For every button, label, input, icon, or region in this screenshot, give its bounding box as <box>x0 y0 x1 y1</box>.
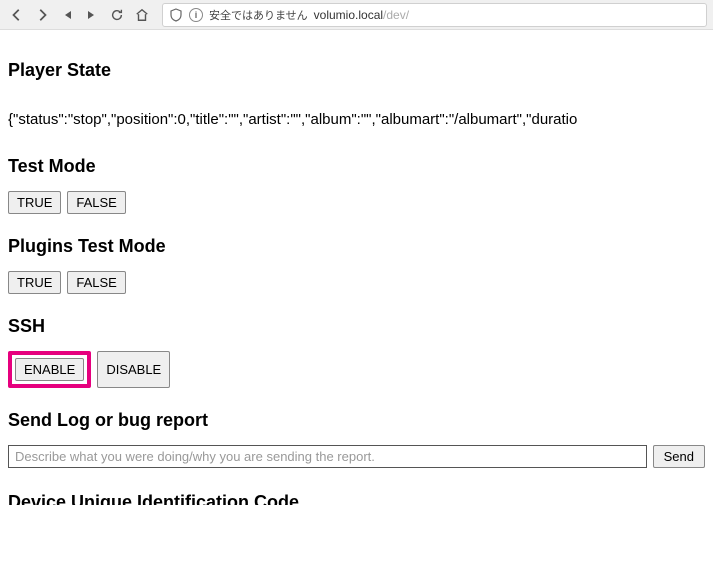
player-state-json: {"status":"stop","position":0,"title":""… <box>8 111 705 128</box>
send-log-button[interactable]: Send <box>653 445 705 468</box>
device-id-heading: Device Unique Identification Code <box>8 492 705 513</box>
skip-start-icon[interactable] <box>56 4 78 26</box>
address-bar[interactable]: i 安全ではありません volumio.local/dev/ <box>162 3 707 27</box>
send-log-heading: Send Log or bug report <box>8 410 705 431</box>
test-mode-false-button[interactable]: FALSE <box>67 191 125 214</box>
forward-button[interactable] <box>31 4 53 26</box>
security-warning-label: 安全ではありません <box>209 7 308 23</box>
info-icon: i <box>189 8 203 22</box>
skip-end-icon[interactable] <box>81 4 103 26</box>
url-text: volumio.local/dev/ <box>314 8 409 22</box>
back-button[interactable] <box>6 4 28 26</box>
test-mode-true-button[interactable]: TRUE <box>8 191 61 214</box>
player-state-heading: Player State <box>8 60 705 81</box>
browser-toolbar: i 安全ではありません volumio.local/dev/ <box>0 0 713 30</box>
shield-icon <box>169 8 183 22</box>
plugins-test-mode-true-button[interactable]: TRUE <box>8 271 61 294</box>
ssh-enable-highlight: ENABLE <box>8 351 91 388</box>
plugins-test-mode-false-button[interactable]: FALSE <box>67 271 125 294</box>
log-description-input[interactable] <box>8 445 647 468</box>
page-content: Player State {"status":"stop","position"… <box>0 30 713 523</box>
ssh-enable-button[interactable]: ENABLE <box>15 358 84 381</box>
test-mode-heading: Test Mode <box>8 156 705 177</box>
ssh-disable-button[interactable]: DISABLE <box>97 351 170 388</box>
reload-button[interactable] <box>106 4 128 26</box>
plugins-test-mode-heading: Plugins Test Mode <box>8 236 705 257</box>
home-button[interactable] <box>131 4 153 26</box>
ssh-heading: SSH <box>8 316 705 337</box>
